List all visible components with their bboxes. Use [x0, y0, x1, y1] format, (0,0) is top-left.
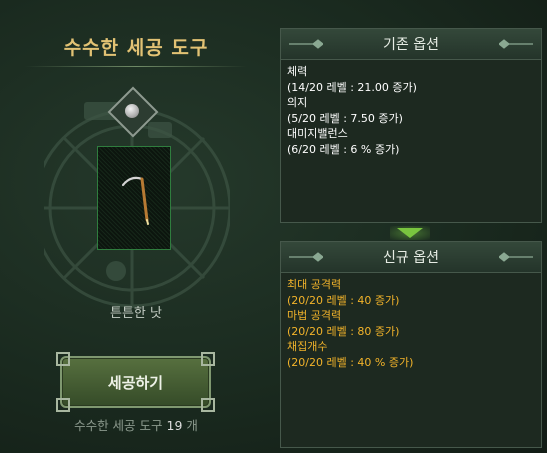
option-line: (14/20 레벨 : 21.00 증가) [287, 80, 417, 94]
header-ornament-icon [289, 252, 323, 262]
option-line: (6/20 레벨 : 6 % 증가) [287, 142, 400, 156]
base-options-title: 기존 옵션 [383, 37, 439, 53]
tool-title: 수수한 세공 도구 [63, 37, 209, 59]
option-line: (20/20 레벨 : 40 증가) [287, 293, 400, 307]
down-arrow-icon [397, 228, 423, 238]
tool-count-unit: 개 [186, 418, 198, 433]
tool-count-number: 19 [166, 418, 183, 433]
option-line: (20/20 레벨 : 80 증가) [287, 324, 400, 338]
base-options-header: 기존 옵션 [281, 29, 541, 60]
option-line: (20/20 레벨 : 40 % 증가) [287, 355, 414, 369]
corner-ornament [201, 352, 215, 366]
new-options-list: 최대 공격력 (20/20 레벨 : 40 증가) 마법 공격력 (20/20 … [281, 273, 541, 374]
header-ornament-icon [289, 39, 323, 49]
left-panel: 수수한 세공 도구 튼튼한 낫 세공하기 수수한 세공 도구 19 개 [0, 0, 272, 453]
option-line: (5/20 레벨 : 7.50 증가) [287, 111, 403, 125]
option-line: 대미지밸런스 [287, 127, 348, 140]
corner-ornament [201, 398, 215, 412]
corner-ornament [56, 352, 70, 366]
new-options-header: 신규 옵션 [281, 242, 541, 273]
header-ornament-icon [499, 39, 533, 49]
craft-button[interactable]: 세공하기 [56, 352, 215, 412]
new-options-title: 신규 옵션 [383, 250, 439, 266]
item-name: 튼튼한 낫 [110, 306, 162, 321]
base-options-list: 체력 (14/20 레벨 : 21.00 증가) 의지 (5/20 레벨 : 7… [281, 60, 541, 161]
header-ornament-icon [499, 252, 533, 262]
gem-icon [125, 104, 139, 118]
base-options-panel: 기존 옵션 체력 (14/20 레벨 : 21.00 증가) 의지 (5/20 … [280, 28, 542, 223]
craft-button-label: 세공하기 [107, 373, 164, 392]
corner-ornament [56, 398, 70, 412]
option-line: 의지 [287, 96, 308, 109]
new-options-panel: 신규 옵션 최대 공격력 (20/20 레벨 : 40 증가) 마법 공격력 (… [280, 241, 542, 448]
tool-count-name: 수수한 세공 도구 [74, 418, 163, 433]
sickle-icon [121, 176, 149, 225]
title-divider [25, 66, 247, 67]
tool-count: 수수한 세공 도구 19 개 [0, 415, 272, 434]
option-line: 체력 [287, 65, 308, 78]
option-line: 마법 공격력 [287, 309, 342, 322]
option-line: 최대 공격력 [287, 278, 342, 291]
crafting-window: 수수한 세공 도구 튼튼한 낫 세공하기 수수한 세공 도구 19 개 기존 옵… [0, 0, 547, 453]
option-line: 채집개수 [287, 340, 328, 353]
item-slot[interactable] [97, 146, 171, 250]
